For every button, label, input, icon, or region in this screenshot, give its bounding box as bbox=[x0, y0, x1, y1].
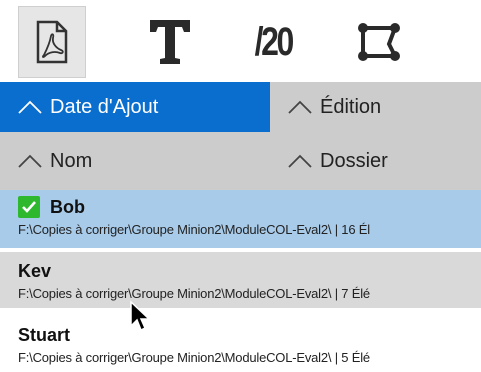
list-item-path: F:\Copies à corriger\Groupe Minion2\Modu… bbox=[18, 222, 370, 237]
sort-edition[interactable]: Édition bbox=[270, 82, 481, 132]
chevron-up-icon bbox=[288, 154, 312, 168]
grade-icon: /20 bbox=[254, 19, 294, 64]
sort-name-label: Nom bbox=[50, 149, 93, 172]
crop-tool-button[interactable] bbox=[348, 6, 410, 78]
sort-date-added-label: Date d'Ajout bbox=[50, 95, 159, 118]
chevron-up-icon bbox=[288, 100, 312, 114]
chevron-up-icon bbox=[18, 154, 42, 168]
sort-edition-label: Édition bbox=[320, 95, 382, 118]
checkmark-icon bbox=[18, 196, 40, 218]
crop-shape-icon bbox=[358, 23, 400, 61]
sort-options: Date d'Ajout Édition Nom Dossier bbox=[0, 82, 481, 190]
list-item-name: Bob bbox=[50, 197, 85, 217]
list-item-name: Stuart bbox=[18, 325, 71, 345]
list-item-path: F:\Copies à corriger\Groupe Minion2\Modu… bbox=[18, 350, 370, 365]
text-tool-button[interactable] bbox=[140, 6, 200, 78]
pdf-tool-button[interactable] bbox=[18, 6, 86, 78]
list-item[interactable]: Kev F:\Copies à corriger\Groupe Minion2\… bbox=[0, 252, 481, 308]
list-item-name: Kev bbox=[18, 261, 52, 281]
grade-tool-button[interactable]: /20 bbox=[238, 6, 308, 78]
toolbar: /20 bbox=[0, 0, 481, 82]
list-item[interactable]: Stuart F:\Copies à corriger\Groupe Minio… bbox=[0, 316, 481, 372]
mouse-cursor-icon bbox=[130, 300, 151, 332]
sort-folder-label: Dossier bbox=[320, 149, 388, 172]
chevron-up-icon bbox=[18, 100, 42, 114]
pdf-icon bbox=[36, 20, 68, 64]
sort-folder[interactable]: Dossier bbox=[270, 136, 481, 186]
text-tool-icon bbox=[150, 20, 190, 64]
sort-date-added[interactable]: Date d'Ajout bbox=[0, 82, 270, 132]
list-item-path: F:\Copies à corriger\Groupe Minion2\Modu… bbox=[18, 286, 370, 301]
list-item[interactable]: Bob F:\Copies à corriger\Groupe Minion2\… bbox=[0, 190, 481, 248]
sort-name[interactable]: Nom bbox=[0, 136, 270, 186]
